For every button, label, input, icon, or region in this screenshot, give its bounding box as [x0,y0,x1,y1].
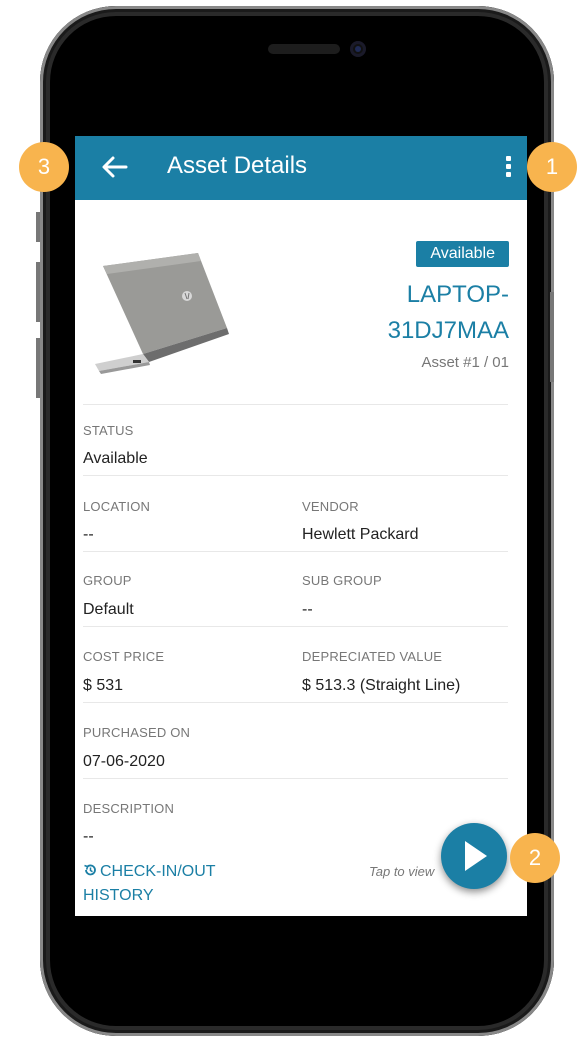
location-label: LOCATION [83,499,151,514]
phone-volume-up-button [36,262,40,322]
cost-price-value: $ 531 [83,677,124,694]
status-label: STATUS [83,423,134,438]
purchased-on-value: 07-06-2020 [83,753,165,770]
divider [83,475,508,476]
group-value: Default [83,601,134,618]
phone-volume-down-button [36,338,40,398]
laptop-image [95,253,229,374]
status-value: Available [83,450,148,467]
vendor-label: VENDOR [302,499,359,514]
phone-speaker [268,44,340,54]
sub-group-value: -- [302,601,313,618]
history-icon [84,864,96,876]
app-screen: Asset Details Available LAPTOP- 31DJ7MAA… [75,136,527,916]
phone-camera [350,41,366,57]
more-vertical-icon[interactable] [503,156,513,182]
phone-power-button [550,292,554,382]
page-title: Asset Details [167,152,308,179]
depreciated-value-value: $ 513.3 (Straight Line) [302,677,461,694]
divider [83,404,508,405]
callout-marker-3: 3 [19,142,69,192]
app-bar: Asset Details [75,136,527,200]
asset-name-line1: LAPTOP- [406,281,509,308]
tap-hint: Tap to view [369,864,435,879]
divider [83,778,508,779]
description-label: DESCRIPTION [83,801,175,816]
sub-group-label: SUB GROUP [302,573,382,588]
vendor-value: Hewlett Packard [302,526,419,543]
check-in-out-history-link[interactable]: CHECK-IN/OUT HISTORY [83,860,216,908]
history-link-line1: CHECK-IN/OUT [100,863,216,880]
history-link-line2: HISTORY [83,887,154,904]
play-icon [465,841,487,871]
status-badge: Available [416,241,509,267]
asset-name-line2: 31DJ7MAA [387,317,509,344]
description-value: -- [83,828,94,845]
divider [83,626,508,627]
divider [83,551,508,552]
depreciated-value-label: DEPRECIATED VALUE [302,649,443,664]
cost-price-label: COST PRICE [83,649,165,664]
purchased-on-label: PURCHASED ON [83,725,191,740]
divider [83,702,508,703]
location-value: -- [83,526,94,543]
group-label: GROUP [83,573,132,588]
asset-number: Asset #1 / 01 [421,354,509,371]
callout-marker-2: 2 [510,833,560,883]
arrow-left-icon[interactable] [99,150,129,184]
phone-side-button [36,212,40,242]
callout-marker-1: 1 [527,142,577,192]
play-fab-button[interactable] [441,823,507,889]
asset-name: LAPTOP- 31DJ7MAA [309,277,509,349]
